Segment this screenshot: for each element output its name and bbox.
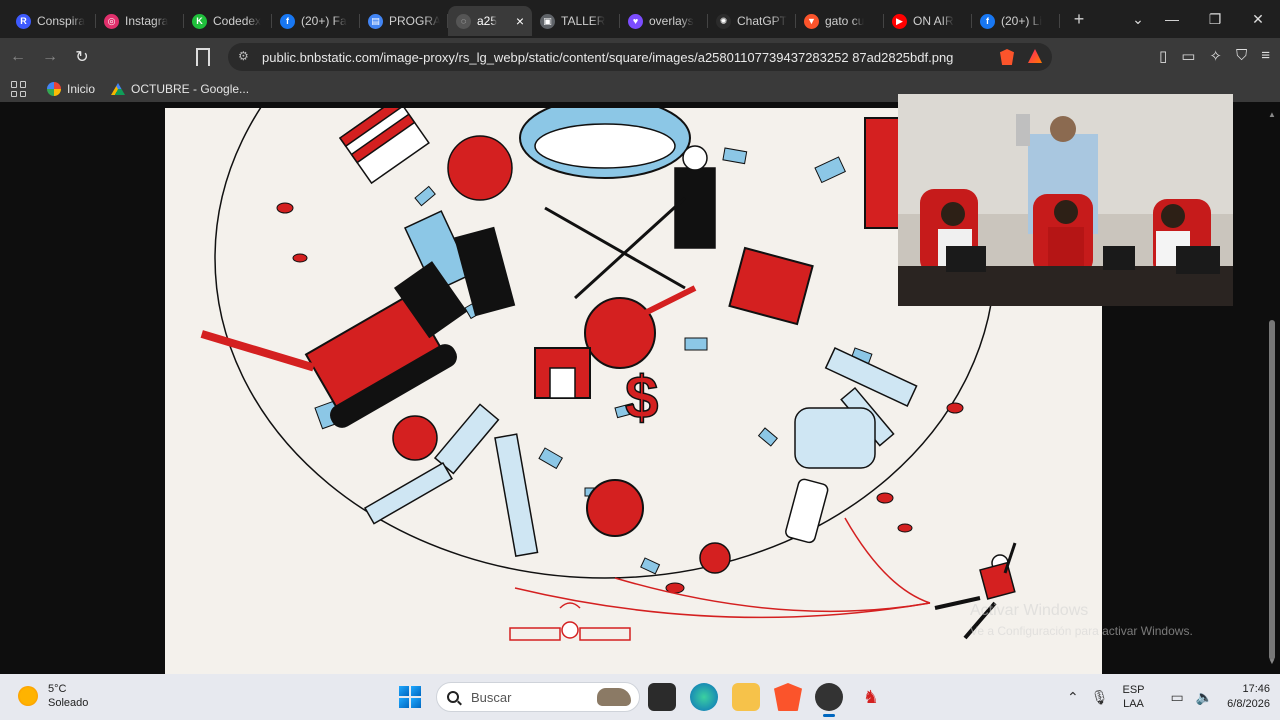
minimize-button[interactable]: —	[1150, 0, 1194, 38]
page-scrollbar[interactable]: ▲ ▼	[1268, 110, 1276, 666]
search-highlight-icon	[597, 688, 631, 706]
chevron-up-icon[interactable]: ⌃	[1067, 689, 1079, 706]
activate-windows-watermark: Activar Windows Ve a Configuración para …	[970, 602, 1193, 638]
obs-icon[interactable]	[815, 683, 843, 717]
bookmark-inicio[interactable]: Inicio	[47, 82, 95, 96]
weather-temp: 5°C	[48, 683, 67, 695]
language-indicator[interactable]: ESP LAA	[1122, 683, 1144, 711]
tab-label: Instagra	[125, 14, 169, 28]
browser-tab[interactable]: ◌ a25 ×	[448, 6, 532, 36]
tab-label: ON AIR	[913, 14, 954, 28]
facebook-icon: f	[980, 13, 995, 29]
webcam-overlay	[898, 94, 1233, 306]
browser-tab[interactable]: R Conspira	[8, 6, 96, 36]
browser-tab[interactable]: ▶ ON AIR	[884, 6, 972, 36]
new-tab-button[interactable]: +	[1064, 9, 1094, 30]
file-explorer-icon[interactable]	[732, 683, 760, 711]
slides-icon: ▣	[540, 13, 555, 29]
search-icon	[447, 691, 459, 703]
tab-label: Conspira	[37, 14, 86, 28]
tab-label: Codedex	[213, 14, 262, 28]
brave-icon: ▼	[804, 13, 819, 29]
reload-button[interactable]: ↻	[68, 43, 96, 71]
scroll-thumb[interactable]	[1269, 320, 1275, 660]
sun-icon	[18, 686, 38, 706]
browser-tab[interactable]: f (20+) Fa	[272, 6, 360, 36]
weather-widget[interactable]: 5°C Soleado	[18, 682, 88, 710]
close-window-button[interactable]: ✕	[1236, 0, 1280, 38]
windows-start-icon[interactable]	[399, 686, 421, 708]
brave-shields-icon[interactable]	[1000, 49, 1014, 65]
microphone-icon[interactable]: 🎙	[1091, 689, 1109, 706]
globe-icon: ◌	[456, 13, 471, 29]
taskbar: 5°C Soleado Buscar ♞ ⌃ 🎙 ESP LAA ▭ 🔈 17:…	[0, 674, 1280, 720]
forward-button[interactable]: →	[36, 43, 64, 71]
vpn-icon[interactable]: ⛉	[1236, 47, 1247, 65]
app-red-icon[interactable]: ♞	[857, 683, 885, 711]
sidebar-icon[interactable]: ▯	[1159, 47, 1167, 65]
tab-label: gato cu	[825, 14, 865, 28]
restore-button[interactable]: ❐	[1193, 0, 1237, 38]
address-bar[interactable]: ⚙ public.bnbstatic.com/image-proxy/rs_lg…	[228, 43, 1052, 71]
browser-tab[interactable]: K Codedex	[184, 6, 272, 36]
browser-tab[interactable]: ▤ PROGRA	[360, 6, 448, 36]
site-info-icon[interactable]: ⚙	[238, 49, 252, 63]
leo-ai-icon[interactable]: ✧	[1209, 47, 1222, 65]
system-tray: ⌃ 🎙 ESP LAA ▭ 🔈 17:46 6/8/2026	[1055, 674, 1270, 720]
tab-label: a25	[477, 14, 498, 28]
chatgpt-icon: ✺	[716, 13, 731, 29]
watermark-title: Activar Windows	[970, 602, 1089, 619]
heart-icon: ♥	[628, 13, 643, 29]
task-view-icon[interactable]	[648, 683, 676, 711]
navigation-bar: ← → ↻ ⚙ public.bnbstatic.com/image-proxy…	[0, 38, 1280, 76]
bookmark-octubre[interactable]: OCTUBRE - Google...	[111, 82, 249, 96]
taskbar-search[interactable]: Buscar	[436, 682, 640, 712]
volume-icon[interactable]: 🔈	[1196, 689, 1213, 706]
apps-grid-icon[interactable]	[11, 81, 27, 97]
youtube-icon: ▶	[892, 13, 907, 29]
instagram-icon: ◎	[104, 13, 119, 29]
network-icon[interactable]: ▭	[1171, 689, 1184, 706]
tab-label: (20+) Li	[1001, 14, 1043, 28]
brave-taskbar-icon[interactable]	[774, 683, 802, 711]
menu-icon[interactable]: ≡	[1261, 47, 1270, 65]
tab-label: TALLER	[561, 14, 606, 28]
tab-strip: R Conspira ◎ Instagra K Codedex f (20+) Fa ▤ PROG…	[0, 0, 1280, 38]
scroll-down-icon[interactable]: ▼	[1268, 657, 1276, 666]
browser-tab[interactable]: ▣ TALLER	[532, 6, 620, 36]
close-tab-icon[interactable]: ×	[516, 13, 524, 29]
clock-date: 6/8/2026	[1227, 698, 1270, 710]
url-text[interactable]: public.bnbstatic.com/image-proxy/rs_lg_w…	[262, 50, 953, 65]
back-button[interactable]: ←	[4, 43, 32, 71]
browser-tab[interactable]: ▼ gato cu	[796, 6, 884, 36]
weather-desc: Soleado	[48, 697, 89, 709]
drive-icon	[111, 83, 126, 95]
tab-label: PROGRA	[389, 14, 440, 28]
browser-tab[interactable]: ✺ ChatGPT	[708, 6, 796, 36]
webcam-scene	[898, 94, 1233, 306]
codedex-icon: K	[192, 13, 207, 29]
scroll-up-icon[interactable]: ▲	[1268, 110, 1276, 119]
clock[interactable]: 17:46 6/8/2026	[1227, 682, 1270, 712]
watermark-subtitle: Ve a Configuración para activar Windows.	[970, 624, 1193, 638]
browser-tab[interactable]: f (20+) Li	[972, 6, 1060, 36]
browser-tab[interactable]: ◎ Instagra	[96, 6, 184, 36]
svg-text:$: $	[625, 364, 658, 431]
google-icon	[47, 82, 61, 96]
wallet-icon[interactable]: ▭	[1181, 47, 1195, 65]
tab-label: (20+) Fa	[301, 14, 347, 28]
tab-label: ChatGPT	[737, 14, 788, 28]
docs-icon: ▤	[368, 13, 383, 29]
brave-rewards-icon[interactable]	[1028, 49, 1042, 63]
clock-time: 17:46	[1242, 683, 1270, 695]
browser-tab[interactable]: ♥ overlays	[620, 6, 708, 36]
search-placeholder: Buscar	[471, 689, 512, 705]
tab-label: overlays	[649, 14, 694, 28]
facebook-icon: f	[280, 13, 295, 29]
r-icon: R	[16, 13, 31, 29]
bookmark-icon[interactable]	[196, 48, 210, 66]
edge-icon[interactable]	[690, 683, 718, 711]
